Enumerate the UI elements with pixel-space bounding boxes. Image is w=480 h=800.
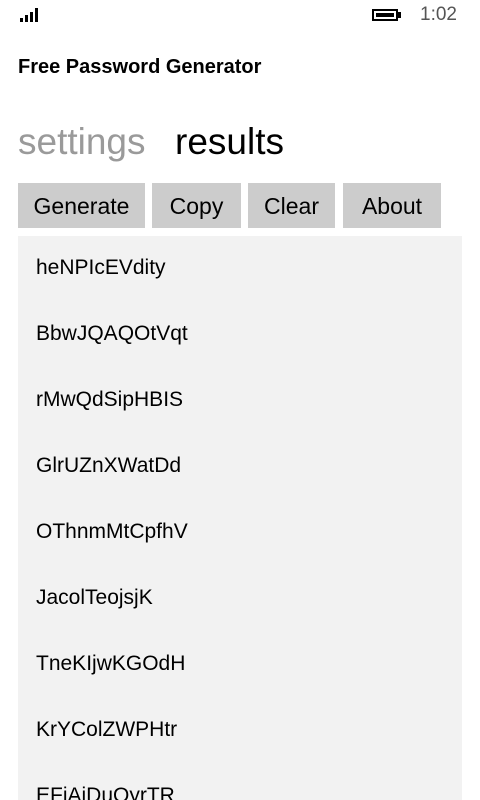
battery-icon [372,9,402,23]
status-bar: 1:02 [0,0,480,32]
list-item[interactable]: OThnmMtCpfhV [36,512,456,552]
list-item[interactable]: KrYColZWPHtr [36,710,456,750]
list-item[interactable]: heNPIcEVdity [36,248,456,288]
clear-button[interactable]: Clear [248,183,335,228]
app-title: Free Password Generator [18,56,262,78]
tab-settings[interactable]: settings [18,118,146,166]
list-item[interactable]: GlrUZnXWatDd [36,446,456,486]
list-item[interactable]: rMwQdSipHBIS [36,380,456,420]
tab-results[interactable]: results [175,118,284,166]
list-item[interactable]: JacolTeojsjK [36,578,456,618]
signal-strength-icon [20,8,42,22]
copy-button[interactable]: Copy [152,183,241,228]
results-list[interactable]: heNPIcEVdity BbwJQAQOtVqt rMwQdSipHBIS G… [18,236,462,800]
list-item[interactable]: EFjAjDuQyrTR [36,776,456,800]
status-time: 1:02 [420,4,457,25]
list-item[interactable]: BbwJQAQOtVqt [36,314,456,354]
generate-button[interactable]: Generate [18,183,145,228]
about-button[interactable]: About [343,183,441,228]
list-item[interactable]: TneKIjwKGOdH [36,644,456,684]
